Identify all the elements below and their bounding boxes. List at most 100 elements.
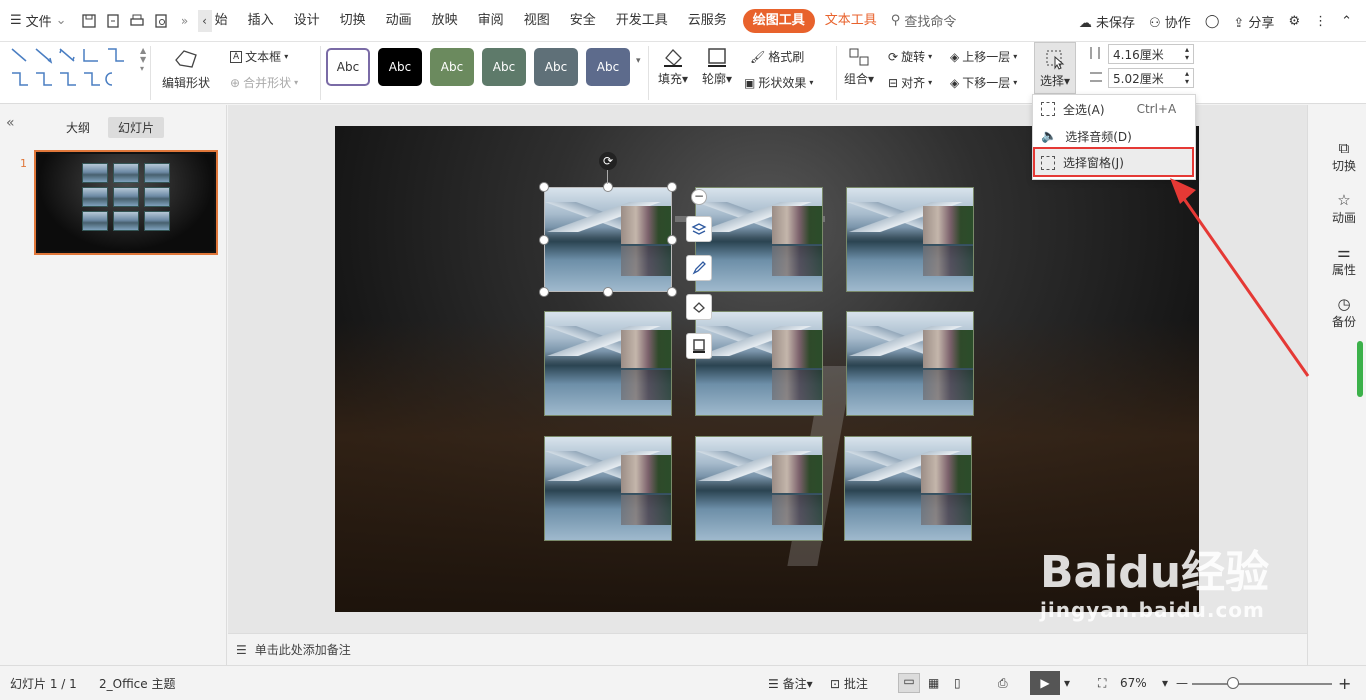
transition-panel-button[interactable]: ⧉ 切换 xyxy=(1324,139,1364,174)
tab-transition[interactable]: 切换 xyxy=(330,0,376,42)
zoom-slider[interactable] xyxy=(1192,683,1332,685)
save-icon[interactable] xyxy=(78,10,100,32)
format-painter-button[interactable]: 🖌 格式刷 xyxy=(750,48,804,65)
tab-security[interactable]: 安全 xyxy=(560,0,606,42)
speaker-icon[interactable]: ⎙ xyxy=(998,676,1008,691)
zoom-out-icon[interactable]: — xyxy=(1176,676,1188,690)
select-button[interactable]: 选择▾ xyxy=(1034,42,1076,94)
collaborate-button[interactable]: ⚇ 协作 xyxy=(1149,12,1191,31)
collapse-float-icon[interactable]: − xyxy=(691,189,707,205)
style-preset-4[interactable]: Abc xyxy=(482,48,526,86)
shape-gallery[interactable] xyxy=(8,45,138,89)
comments-button[interactable]: ⊡ 批注 xyxy=(830,675,868,692)
group-button[interactable]: 组合▾ xyxy=(844,46,874,87)
style-preset-5[interactable]: Abc xyxy=(534,48,578,86)
panel-scrollbar[interactable] xyxy=(1357,341,1363,397)
tab-design[interactable]: 设计 xyxy=(284,0,330,42)
slide-thumbnail[interactable] xyxy=(34,150,218,255)
align-button[interactable]: ⊟ 对齐 ▾ xyxy=(888,74,932,91)
picture-7[interactable] xyxy=(544,436,672,541)
collapse-panel-icon[interactable]: « xyxy=(6,115,15,131)
resize-handle[interactable] xyxy=(603,287,613,297)
tab-text-tools[interactable]: 文本工具 xyxy=(821,0,881,42)
tab-insert[interactable]: 插入 xyxy=(238,0,284,42)
export-icon[interactable] xyxy=(102,10,124,32)
resize-handle[interactable] xyxy=(603,182,613,192)
style-preset-6[interactable]: Abc xyxy=(586,48,630,86)
tab-cloud[interactable]: 云服务 xyxy=(678,0,737,42)
resize-handle[interactable] xyxy=(539,235,549,245)
edit-shape-button[interactable]: 编辑形状 xyxy=(162,48,210,91)
notes-bar[interactable]: ☰ 单击此处添加备注 xyxy=(228,633,1307,665)
style-preset-2[interactable]: Abc xyxy=(378,48,422,86)
height-field[interactable]: 4.16厘米 ▴ ▾ xyxy=(1108,44,1194,64)
tab-review[interactable]: 审阅 xyxy=(468,0,514,42)
reading-view-icon[interactable]: ▯ xyxy=(954,676,961,690)
picture-3[interactable] xyxy=(846,187,974,292)
resize-handle[interactable] xyxy=(667,182,677,192)
print-preview-icon[interactable] xyxy=(150,10,172,32)
merge-shape-button[interactable]: ⊕ 合并形状 ▾ xyxy=(230,74,298,91)
resize-handle[interactable] xyxy=(667,287,677,297)
tab-outline[interactable]: 大纲 xyxy=(56,117,100,138)
zoom-level[interactable]: 67% xyxy=(1120,676,1147,690)
tab-animation[interactable]: 动画 xyxy=(376,0,422,42)
tab-view[interactable]: 视图 xyxy=(514,0,560,42)
slide-sorter-icon[interactable]: ▦ xyxy=(928,676,939,690)
picture-4[interactable] xyxy=(544,311,672,416)
picture-5[interactable] xyxy=(695,311,823,416)
tab-slideshow[interactable]: 放映 xyxy=(422,0,468,42)
picture-8[interactable] xyxy=(695,436,823,541)
slide[interactable]: ⟳ xyxy=(335,126,1199,612)
shape-gallery-scroll[interactable]: ▲ ▼ ▾ xyxy=(140,46,146,73)
file-menu[interactable]: ☰ 文件 ⌄ xyxy=(0,0,77,42)
print-icon[interactable] xyxy=(126,10,148,32)
style-gallery-more[interactable]: ▾ xyxy=(636,56,641,66)
style-preset-3[interactable]: Abc xyxy=(430,48,474,86)
properties-panel-button[interactable]: ⚌ 属性 xyxy=(1324,243,1364,278)
zoom-in-icon[interactable]: + xyxy=(1338,674,1351,693)
more-icon[interactable]: » xyxy=(174,10,196,32)
style-preset-1[interactable]: Abc xyxy=(326,48,370,86)
pen-icon[interactable] xyxy=(686,255,712,281)
play-options-icon[interactable]: ▾ xyxy=(1064,676,1070,690)
picture-2[interactable] xyxy=(695,187,823,292)
backup-panel-button[interactable]: ◷ 备份 xyxy=(1324,295,1364,330)
menu-item-selection-pane[interactable]: 选择窗格(J) xyxy=(1033,147,1194,177)
play-slideshow-button[interactable]: ▶ xyxy=(1030,671,1060,695)
resize-handle[interactable] xyxy=(539,287,549,297)
more-vertical-icon[interactable]: ⋮ xyxy=(1314,14,1327,29)
scroll-left-icon[interactable]: ‹ xyxy=(197,9,212,32)
tab-drawing-tools[interactable]: 绘图工具 xyxy=(742,8,815,33)
comment-icon[interactable]: ◯ xyxy=(1205,14,1220,29)
tab-slides[interactable]: 幻灯片 xyxy=(108,117,165,138)
normal-view-icon[interactable]: ▭ xyxy=(898,673,920,693)
picture-6[interactable] xyxy=(846,311,974,416)
settings-icon[interactable]: ⚙ xyxy=(1288,14,1300,29)
fill-button[interactable]: 填充▾ xyxy=(658,46,688,87)
collapse-ribbon-icon[interactable]: ⌃ xyxy=(1341,14,1352,29)
resize-handle[interactable] xyxy=(667,235,677,245)
zoom-options-icon[interactable]: ▾ xyxy=(1162,676,1168,690)
fill-float-icon[interactable] xyxy=(686,294,712,320)
zoom-slider-thumb[interactable] xyxy=(1227,677,1239,689)
share-button[interactable]: ⇪ 分享 xyxy=(1233,12,1274,31)
animation-panel-button[interactable]: ☆ 动画 xyxy=(1324,191,1364,226)
menu-item-select-all[interactable]: 全选(A) Ctrl+A xyxy=(1033,96,1195,122)
notes-toggle-button[interactable]: ☰ 备注▾ xyxy=(768,675,813,692)
unsaved-button[interactable]: ☁ 未保存 xyxy=(1079,12,1135,31)
shape-effect-button[interactable]: ▣ 形状效果 ▾ xyxy=(744,74,813,91)
menu-item-select-audio[interactable]: 🔈 选择音频(D) xyxy=(1033,123,1195,149)
picture-9[interactable] xyxy=(844,436,972,541)
resize-handle[interactable] xyxy=(539,182,549,192)
theme-name[interactable]: 2_Office 主题 xyxy=(99,675,175,692)
search-command[interactable]: ⚲ 查找命令 xyxy=(891,11,957,30)
layers-icon[interactable] xyxy=(686,216,712,242)
text-box-button[interactable]: A 文本框 ▾ xyxy=(230,48,288,65)
rotate-button[interactable]: ⟳ 旋转 ▾ xyxy=(888,48,932,65)
rotate-handle-icon[interactable]: ⟳ xyxy=(599,152,617,170)
bring-forward-button[interactable]: ◈ 上移一层 ▾ xyxy=(950,48,1017,65)
send-backward-button[interactable]: ◈ 下移一层 ▾ xyxy=(950,74,1017,91)
outline-button[interactable]: 轮廓▾ xyxy=(702,46,732,87)
width-field[interactable]: 5.02厘米 ▴ ▾ xyxy=(1108,68,1194,88)
